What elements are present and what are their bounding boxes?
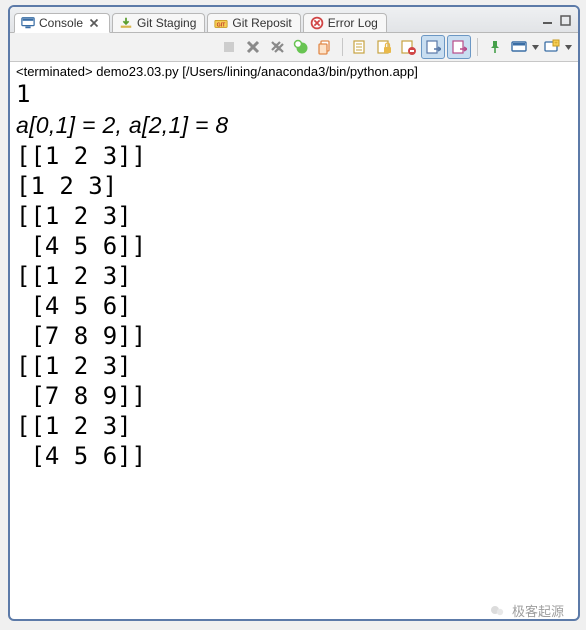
tab-error-log[interactable]: Error Log <box>303 13 387 32</box>
remove-launch-button[interactable] <box>242 36 264 58</box>
open-console-icon: + <box>544 39 560 55</box>
git-icon: GIT <box>214 16 228 30</box>
status-path: [/Users/lining/anaconda3/bin/python.app] <box>182 64 418 79</box>
tab-label: Git Staging <box>137 16 196 30</box>
tab-console[interactable]: Console <box>14 13 110 33</box>
status-script: demo23.03.py <box>96 64 178 79</box>
maximize-view-icon[interactable] <box>559 14 571 26</box>
view-tab-strip: Console Git Staging GIT Git Reposit Erro… <box>10 7 578 33</box>
tab-git-reposit[interactable]: GIT Git Reposit <box>207 13 300 32</box>
stop-icon <box>221 39 237 55</box>
show-on-stderr-button[interactable] <box>447 35 471 59</box>
display-selected-console-button[interactable] <box>508 36 530 58</box>
display-selected-icon <box>511 39 527 55</box>
error-icon <box>310 16 324 30</box>
lock-button[interactable] <box>373 36 395 58</box>
svg-text:+: + <box>554 41 558 47</box>
tab-git-staging[interactable]: Git Staging <box>112 13 205 32</box>
copy-button[interactable] <box>314 36 336 58</box>
tab-label: Console <box>39 16 83 30</box>
monitor-icon <box>21 16 35 30</box>
wechat-icon <box>490 603 506 619</box>
clear-button[interactable] <box>290 36 312 58</box>
pin-icon <box>487 39 503 55</box>
tab-label: Error Log <box>328 16 378 30</box>
download-icon <box>119 16 133 30</box>
remove-launch-icon <box>245 39 261 55</box>
console-output: 1 a[0,1] = 2, a[2,1] = 8 [[1 2 3]] [1 2 … <box>10 79 578 477</box>
dropdown-caret-icon[interactable] <box>532 36 539 58</box>
pin-console-button[interactable] <box>484 36 506 58</box>
process-status-line: <terminated> demo23.03.py [/Users/lining… <box>10 62 578 79</box>
watermark: 极客起源 <box>490 601 564 620</box>
console-toolbar: + <box>10 33 578 62</box>
svg-text:GIT: GIT <box>217 23 227 29</box>
stdout-icon <box>425 39 441 55</box>
status-terminated: <terminated> <box>16 64 93 79</box>
close-icon[interactable] <box>87 16 101 30</box>
scroll-lock-button[interactable] <box>349 36 371 58</box>
scroll-lock-icon <box>352 39 368 55</box>
remove-all-launches-button[interactable] <box>266 36 288 58</box>
lock-icon <box>376 39 392 55</box>
remove-all-launches-icon <box>269 39 285 55</box>
show-on-stdout-button[interactable] <box>421 35 445 59</box>
terminate-button[interactable] <box>218 36 240 58</box>
tab-label: Git Reposit <box>232 16 291 30</box>
dropdown-caret-icon[interactable] <box>565 36 572 58</box>
console-line-italic: a[0,1] = 2, a[2,1] = 8 <box>16 112 228 138</box>
word-wrap-button[interactable] <box>397 36 419 58</box>
stderr-icon <box>451 39 467 55</box>
copy-icon <box>317 39 333 55</box>
open-console-button[interactable]: + <box>541 36 563 58</box>
word-wrap-icon <box>400 39 416 55</box>
minimize-view-icon[interactable] <box>541 14 553 26</box>
clear-console-icon <box>293 39 309 55</box>
